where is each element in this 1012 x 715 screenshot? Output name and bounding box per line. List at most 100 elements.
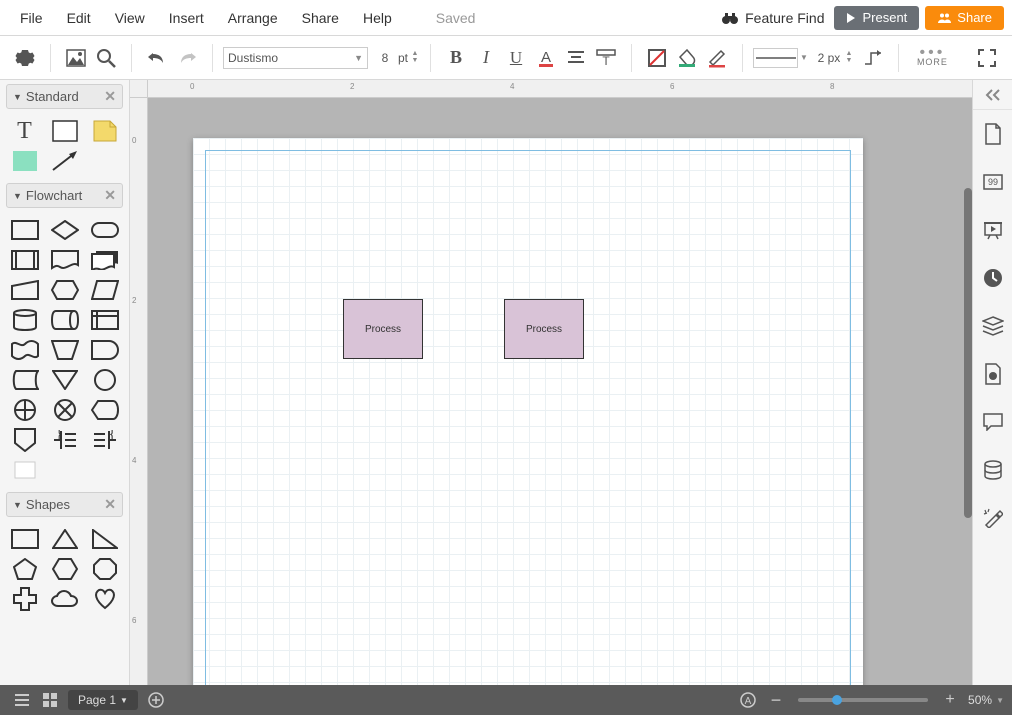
rectangle-shape[interactable] [7,527,43,551]
close-icon[interactable]: ✕ [104,187,116,204]
process-node[interactable]: Process [343,299,423,359]
delay-shape[interactable] [87,338,123,362]
display-shape[interactable] [87,398,123,422]
terminator-shape[interactable] [87,218,123,242]
fill-none-icon[interactable] [642,43,672,73]
menu-arrange[interactable]: Arrange [216,4,290,32]
pentagon-shape[interactable] [7,557,43,581]
arrow-line[interactable] [47,149,83,173]
menu-share[interactable]: Share [290,4,351,32]
text-color-icon[interactable]: A [531,43,561,73]
zoom-value[interactable]: 50% [968,693,992,707]
data-shape[interactable] [87,278,123,302]
more-button[interactable]: ••• MORE [909,49,956,67]
page-panel-icon[interactable] [973,110,1012,158]
direct-data-shape[interactable] [47,308,83,332]
add-page-icon[interactable] [142,689,170,711]
presentation-panel-icon[interactable] [973,206,1012,254]
manual-operation-shape[interactable] [47,338,83,362]
hotspot-shape[interactable] [7,149,43,173]
list-view-icon[interactable] [8,689,36,711]
hexagon-shape[interactable] [47,557,83,581]
align-icon[interactable] [561,43,591,73]
triangle-shape[interactable] [47,527,83,551]
data-panel-icon[interactable] [973,446,1012,494]
feature-find[interactable]: Feature Find [721,10,824,26]
multidocument-shape[interactable] [87,248,123,272]
menu-file[interactable]: File [8,4,55,32]
note-right-shape[interactable]: } [47,428,83,452]
layers-panel-icon[interactable] [973,302,1012,350]
underline-icon[interactable]: U [501,43,531,73]
menu-view[interactable]: View [103,4,157,32]
chevron-down-icon[interactable]: ▼ [996,696,1004,705]
stored-data-shape[interactable] [7,368,43,392]
or-shape[interactable] [7,398,43,422]
share-button[interactable]: Share [925,6,1004,30]
line-width-stepper[interactable]: ▲▼ [844,51,854,65]
rectangle-shape[interactable] [47,119,83,143]
fill-color-icon[interactable] [672,43,702,73]
fullscreen-icon[interactable] [972,43,1002,73]
right-triangle-shape[interactable] [87,527,123,551]
target-icon[interactable]: A [734,689,762,711]
swatch-shape[interactable] [7,458,43,482]
image-icon[interactable] [61,43,91,73]
italic-icon[interactable]: I [471,43,501,73]
close-icon[interactable]: ✕ [104,496,116,513]
page-tab[interactable]: Page 1 ▼ [68,690,138,710]
database-shape[interactable] [7,308,43,332]
present-button[interactable]: Present [834,6,919,30]
line-routing-icon[interactable] [858,43,888,73]
cloud-shape[interactable] [47,587,83,611]
process-node[interactable]: Process [504,299,584,359]
predefined-process-shape[interactable] [7,248,43,272]
bold-icon[interactable]: B [441,43,471,73]
connector-shape[interactable] [87,368,123,392]
actions-panel-icon[interactable] [973,494,1012,542]
panel-header-flowchart[interactable]: ▼ Flowchart ✕ [6,183,123,208]
zoom-in-icon[interactable]: + [936,689,964,711]
undo-icon[interactable] [142,43,172,73]
merge-shape[interactable] [47,368,83,392]
menu-edit[interactable]: Edit [55,4,103,32]
font-family-select[interactable]: Dustismo ▼ [223,47,368,69]
preparation-shape[interactable] [47,278,83,302]
canvas[interactable]: Process Process [148,98,972,685]
master-panel-icon[interactable] [973,350,1012,398]
note-shape[interactable] [87,119,123,143]
internal-storage-shape[interactable] [87,308,123,332]
text-box-icon[interactable]: T [591,43,621,73]
summing-junction-shape[interactable] [47,398,83,422]
note-left-shape[interactable]: { [87,428,123,452]
process-shape[interactable] [7,218,43,242]
grid-view-icon[interactable] [36,689,64,711]
settings-gear-icon[interactable] [10,43,40,73]
panel-header-shapes[interactable]: ▼ Shapes ✕ [6,492,123,517]
history-panel-icon[interactable] [973,254,1012,302]
menu-insert[interactable]: Insert [157,4,216,32]
manual-input-shape[interactable] [7,278,43,302]
scrollbar-vertical[interactable] [964,188,972,518]
search-icon[interactable] [91,43,121,73]
octagon-shape[interactable] [87,557,123,581]
text-tool[interactable]: T [7,119,43,143]
font-size-stepper[interactable]: ▲▼ [410,51,420,65]
close-icon[interactable]: ✕ [104,88,116,105]
cross-shape[interactable] [7,587,43,611]
line-width-input[interactable]: 2 px [814,51,844,65]
line-style-select[interactable] [753,48,798,68]
font-size-input[interactable]: 8 [374,51,396,65]
paper[interactable]: Process Process [193,138,863,685]
comments-panel-icon[interactable]: 99 [973,158,1012,206]
panel-header-standard[interactable]: ▼ Standard ✕ [6,84,123,109]
zoom-slider[interactable] [798,698,928,702]
document-shape[interactable] [47,248,83,272]
border-color-icon[interactable] [702,43,732,73]
menu-help[interactable]: Help [351,4,404,32]
heart-shape[interactable] [87,587,123,611]
collapse-dock-icon[interactable] [973,80,1012,110]
chat-panel-icon[interactable] [973,398,1012,446]
off-page-shape[interactable] [7,428,43,452]
paper-tape-shape[interactable] [7,338,43,362]
